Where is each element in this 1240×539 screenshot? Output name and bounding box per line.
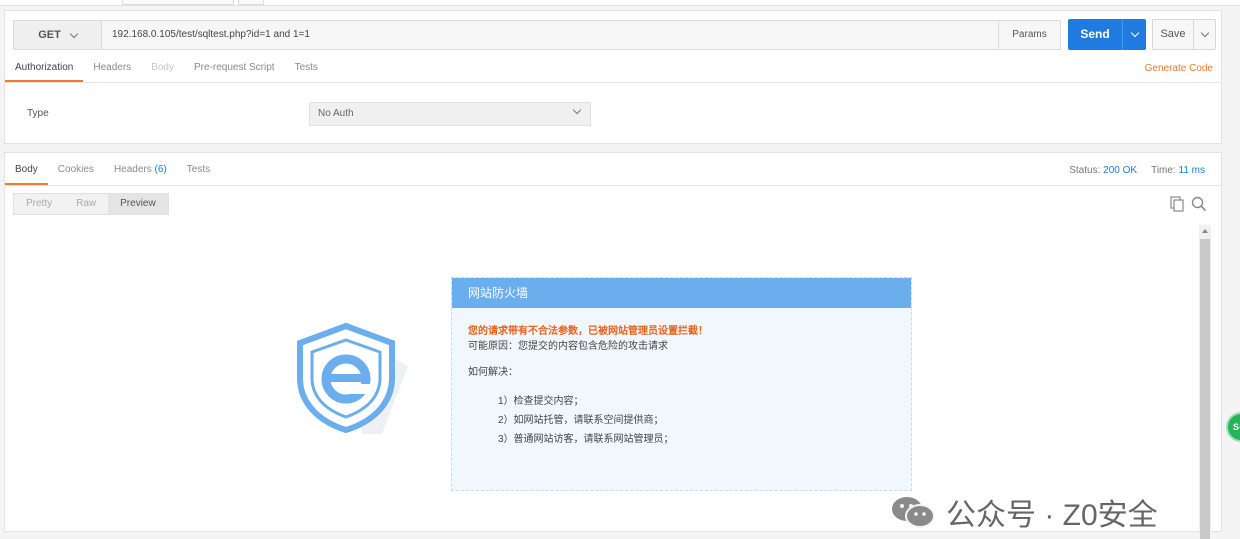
chevron-down-icon xyxy=(69,29,79,38)
format-toggle: Pretty Raw Preview xyxy=(13,193,169,215)
chevron-down-icon xyxy=(1130,28,1139,38)
firewall-notice: 网站防火墙 您的请求带有不合法参数，已被网站管理员设置拦截！ 可能原因：您提交的… xyxy=(451,277,912,491)
status-readout: Status: 200 OK xyxy=(1069,165,1137,176)
send-dropdown[interactable] xyxy=(1122,19,1146,50)
auth-type-value: No Auth xyxy=(318,108,354,119)
send-label: Send xyxy=(1080,27,1110,41)
new-tab-button[interactable] xyxy=(238,0,264,5)
format-pretty[interactable]: Pretty xyxy=(14,194,64,214)
tab-label: Headers xyxy=(113,164,152,175)
firewall-body: 您的请求带有不合法参数，已被网站管理员设置拦截！ 可能原因：您提交的内容包含危险… xyxy=(452,308,911,449)
tab-response-headers[interactable]: Headers (6) xyxy=(104,159,177,185)
save-button[interactable]: Save xyxy=(1152,19,1216,50)
chevron-down-icon xyxy=(1200,28,1209,38)
time-readout: Time: 11 ms xyxy=(1151,165,1205,176)
tab-response-tests[interactable]: Tests xyxy=(177,159,220,185)
tab-headers[interactable]: Headers xyxy=(83,57,141,82)
time-value: 11 ms xyxy=(1178,165,1206,176)
generate-code-link[interactable]: Generate Code xyxy=(1145,63,1213,74)
chevron-down-icon xyxy=(572,105,582,115)
scrollbar-thumb[interactable] xyxy=(1200,239,1210,539)
wechat-icon xyxy=(892,497,935,528)
status-value: 200 OK xyxy=(1103,165,1138,176)
request-tabs: Authorization Headers Body Pre-request S… xyxy=(5,57,328,82)
tab-pre-request-script[interactable]: Pre-request Script xyxy=(184,57,285,82)
divider xyxy=(5,185,1221,186)
format-preview[interactable]: Preview xyxy=(108,194,168,214)
request-panel: GET 192.168.0.105/test/sqltest.php?id=1 … xyxy=(4,10,1222,144)
url-bar: GET 192.168.0.105/test/sqltest.php?id=1 … xyxy=(13,20,1061,50)
save-dropdown[interactable] xyxy=(1193,20,1215,49)
method-select[interactable]: GET xyxy=(14,21,102,49)
tab-body[interactable]: Body xyxy=(141,57,184,82)
shield-logo-icon xyxy=(297,322,408,434)
window-tab[interactable] xyxy=(122,0,234,5)
send-button[interactable]: Send xyxy=(1068,19,1146,50)
firewall-reason: 可能原因：您提交的内容包含危险的攻击请求 xyxy=(468,341,668,352)
url-input[interactable]: 192.168.0.105/test/sqltest.php?id=1 and … xyxy=(112,21,310,49)
save-label: Save xyxy=(1160,28,1186,40)
headers-count: (6) xyxy=(154,164,167,175)
copy-icon[interactable] xyxy=(1169,196,1185,212)
auth-type-select[interactable]: No Auth xyxy=(309,102,591,126)
firewall-title: 网站防火墙 xyxy=(452,278,911,308)
watermark: 公众号 · Z0安全 xyxy=(890,490,1158,534)
firewall-step: 1）检查提交内容； xyxy=(498,396,584,407)
scroll-up-icon[interactable] xyxy=(1202,229,1208,233)
auth-type-label: Type xyxy=(27,108,49,119)
divider xyxy=(5,82,1221,83)
firewall-step: 2）如网站托管，请联系空间提供商； xyxy=(498,415,664,426)
response-meta: Status: 200 OK Time: 11 ms xyxy=(1069,165,1205,176)
response-tabs: Body Cookies Headers (6) Tests xyxy=(5,159,220,185)
side-floating-button[interactable]: S+ xyxy=(1226,412,1240,442)
window-tab-strip xyxy=(0,0,1240,6)
tab-tests[interactable]: Tests xyxy=(285,57,328,82)
time-label: Time: xyxy=(1151,165,1176,176)
search-icon[interactable] xyxy=(1191,196,1207,212)
tab-authorization[interactable]: Authorization xyxy=(5,57,84,82)
method-label: GET xyxy=(38,29,61,41)
format-raw[interactable]: Raw xyxy=(64,194,108,214)
firewall-steps: 1）检查提交内容； 2）如网站托管，请联系空间提供商； 3）普通网站访客，请联系… xyxy=(468,392,895,449)
watermark-text: 公众号 · Z0安全 xyxy=(946,499,1158,532)
params-button[interactable]: Params xyxy=(998,21,1060,49)
firewall-warning: 您的请求带有不合法参数，已被网站管理员设置拦截！ xyxy=(468,326,708,337)
status-label: Status: xyxy=(1069,165,1101,176)
tab-response-body[interactable]: Body xyxy=(5,159,48,185)
response-scrollbar[interactable] xyxy=(1199,225,1211,539)
firewall-step: 3）普通网站访客，请联系网站管理员； xyxy=(498,434,674,445)
firewall-how-label: 如何解决： xyxy=(468,367,518,378)
tab-cookies[interactable]: Cookies xyxy=(48,159,104,185)
